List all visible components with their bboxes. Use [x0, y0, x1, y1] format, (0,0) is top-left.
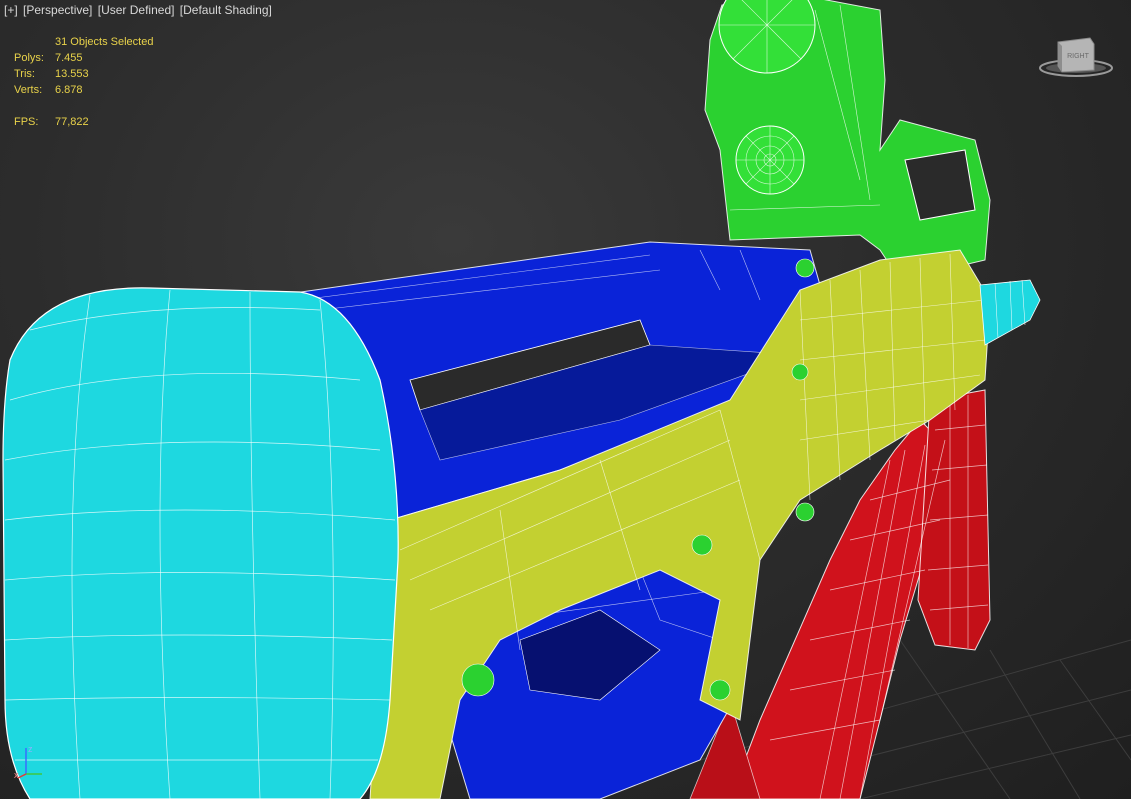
perspective-viewport[interactable]: [+] [Perspective] [User Defined] [Defaul… — [0, 0, 1131, 799]
viewport-plus-menu[interactable]: [+] — [4, 3, 18, 17]
fps-stat: FPS: 77,822 — [14, 116, 89, 128]
verts-stat: Verts: 6.878 — [14, 84, 83, 96]
axis-x-label: x — [14, 770, 19, 780]
barrel-mesh[interactable] — [979, 279, 1041, 346]
viewcube[interactable]: RIGHT — [1038, 34, 1114, 78]
axis-z-label: z — [28, 744, 33, 754]
viewcube-face-label[interactable]: RIGHT — [1067, 53, 1090, 60]
viewport-view-menu[interactable]: [Perspective] — [23, 3, 92, 17]
stock-mesh[interactable] — [2, 287, 399, 799]
viewport-shading-preset-menu[interactable]: [User Defined] — [98, 3, 175, 17]
sight-mesh[interactable] — [704, 0, 991, 281]
scene-render[interactable] — [0, 0, 1131, 799]
viewport-shading-menu[interactable]: [Default Shading] — [180, 3, 272, 17]
polys-stat: Polys: 7.455 — [14, 52, 83, 64]
tris-stat: Tris: 13.553 — [14, 68, 89, 80]
selection-count: 31 Objects Selected — [55, 36, 154, 48]
viewport-label-menu: [+] [Perspective] [User Defined] [Defaul… — [4, 3, 274, 17]
statistics-overlay: 31 Objects Selected Polys: 7.455 Tris: 13.… — [14, 34, 153, 130]
axis-tripod: z x — [14, 744, 42, 780]
